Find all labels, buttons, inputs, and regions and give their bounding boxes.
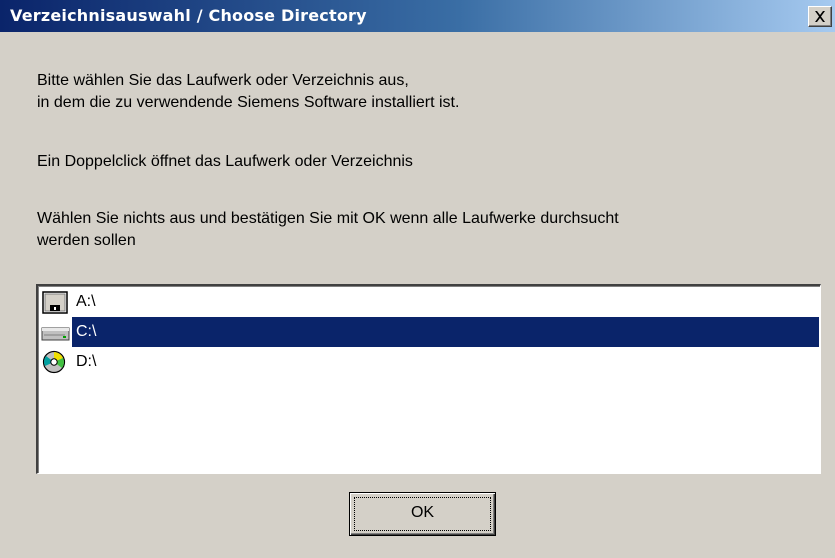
choose-directory-dialog: Verzeichnisauswahl / Choose Directory Bi… (0, 0, 835, 558)
instruction-text-line-1: Bitte wählen Sie das Laufwerk oder Verze… (37, 72, 409, 89)
close-icon (815, 11, 825, 22)
ok-button[interactable]: OK (349, 492, 496, 536)
title-bar[interactable]: Verzeichnisauswahl / Choose Directory (0, 0, 835, 32)
ok-hint-line-2: werden sollen (37, 232, 136, 249)
ok-hint-line-1: Wählen Sie nichts aus und bestätigen Sie… (37, 210, 619, 227)
drive-label: C:\ (76, 323, 97, 340)
drive-label: A:\ (76, 293, 96, 310)
ok-button-label: OK (410, 504, 435, 521)
drive-item-d[interactable]: D:\ (40, 347, 819, 377)
window-title: Verzeichnisauswahl / Choose Directory (10, 6, 367, 25)
drive-item-a[interactable]: A:\ (40, 287, 819, 317)
cd-drive-icon (42, 350, 66, 374)
double-click-hint: Ein Doppelclick öffnet das Laufwerk oder… (37, 153, 413, 170)
drive-label: D:\ (76, 353, 97, 370)
close-button[interactable] (808, 6, 832, 27)
floppy-drive-icon (42, 291, 68, 314)
drive-list[interactable]: A:\ C:\ D:\ (36, 284, 821, 474)
drive-item-c[interactable]: C:\ (40, 317, 819, 347)
selection-highlight (72, 317, 819, 347)
instruction-text-line-2: in dem die zu verwendende Siemens Softwa… (37, 94, 460, 111)
hard-drive-icon (41, 327, 70, 341)
